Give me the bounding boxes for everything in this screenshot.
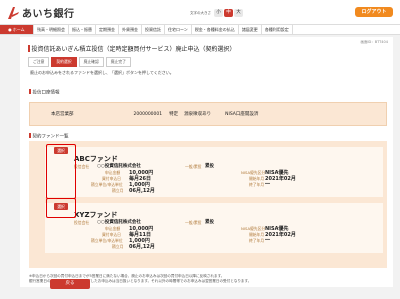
logout-button[interactable]: ログアウト: [355, 7, 393, 17]
fund-class: 累投: [205, 220, 214, 225]
step-select-contract: 契約選択: [51, 57, 77, 67]
amount-label: 申込金額: [105, 170, 121, 175]
bank-name: あいち銀行: [22, 9, 75, 20]
start-label: 開始年月: [249, 176, 265, 181]
fund-list: ABCファンド 投信会社 ○○投資信託株式会社 一般/累投 累投 申込金額 10…: [29, 141, 387, 268]
back-button[interactable]: 戻る: [50, 279, 90, 289]
select-button[interactable]: 選択: [54, 147, 68, 154]
account-nisa-status: NISA口座開設済: [225, 112, 259, 117]
font-size-small-button[interactable]: 小: [214, 9, 223, 17]
font-size-medium-button[interactable]: 中: [224, 9, 233, 17]
nisa-label: NISA優先区分: [241, 170, 266, 175]
section-accent-bar: [29, 133, 31, 138]
company-label: 投信会社: [74, 220, 90, 225]
account-number: 2000000001: [133, 111, 163, 117]
select-button[interactable]: 選択: [54, 203, 68, 210]
interval-label: 積立単位/申込単位: [91, 238, 123, 243]
nav-item-foreign-deposit[interactable]: 外貨預金: [119, 25, 142, 34]
month-label: 積立月: [112, 244, 124, 249]
account-section-title-text: 投信口座情報: [32, 90, 60, 96]
account-branch: 本店営業部: [51, 112, 74, 117]
global-nav: ● ホーム 残高・明細照会 振込・振替 定期預金 外貨預金 投資信託 住宅ローン…: [0, 24, 400, 35]
company-label: 投信会社: [74, 164, 90, 169]
amount-label: 申込金額: [105, 226, 121, 231]
font-size-label: 文字の大きさ: [190, 10, 211, 15]
fund-card: XYZファンド 投信会社 ○○投資信託株式会社 一般/累投 累投 申込金額 10…: [45, 203, 383, 253]
funds-section-title: 契約ファンド一覧: [29, 133, 69, 140]
nav-item-housing-loan[interactable]: 住宅ローン: [165, 25, 192, 34]
account-section-title: 投信口座情報: [29, 89, 60, 96]
page-title: 投資信託あいぎん積立投信（定時定額買付サービス）廃止申込（契約選択）: [28, 44, 236, 53]
screen-id: 画面ID：BTT404: [360, 40, 388, 44]
funds-section-title-text: 契約ファンド一覧: [32, 134, 69, 140]
class-label: 一般/累投: [185, 164, 202, 169]
fund-class: 累投: [205, 164, 214, 169]
font-size-selector: 文字の大きさ 小 中 大: [190, 9, 243, 17]
home-icon: ●: [8, 27, 12, 32]
bank-logo[interactable]: あいち銀行: [6, 5, 75, 20]
step-indicator: ご注意 契約選択 廃止確認 廃止完了: [28, 57, 133, 67]
page-title-text: 投資信託あいぎん積立投信（定時定額買付サービス）廃止申込（契約選択）: [31, 46, 236, 53]
buy-date-label: 買付申込日: [102, 176, 121, 181]
title-accent-bar: [28, 45, 30, 52]
step-complete: 廃止完了: [105, 57, 131, 67]
end-label: 終了年月: [249, 238, 265, 243]
account-category: 特定: [169, 112, 179, 117]
step-notice: ご注意: [28, 57, 50, 67]
header: あいち銀行 文字の大きさ 小 中 大 ログアウト: [0, 0, 400, 24]
fund-month: 06月,12月: [129, 188, 155, 194]
instruction-text: 廃止のお申込みをされるファンドを選択し、「選択」ボタンを押してください。: [30, 70, 174, 75]
font-size-large-button[interactable]: 大: [234, 9, 243, 17]
nav-item-tax-payment[interactable]: 税金・各種料金の払込: [192, 25, 239, 34]
account-withholding: 源泉徴収あり: [184, 112, 212, 117]
fund-month: 06月,12月: [129, 244, 155, 250]
class-label: 一般/累投: [185, 220, 202, 225]
fund-end: ―: [265, 181, 270, 187]
nav-item-settings[interactable]: 各種利用設定: [262, 25, 293, 34]
fund-end: ―: [265, 237, 270, 243]
account-info-box: 本店営業部 2000000001 特定 源泉徴収あり NISA口座開設済: [29, 102, 387, 126]
nisa-label: NISA優先区分: [241, 226, 266, 231]
interval-label: 積立単位/申込単位: [91, 182, 123, 187]
nav-item-investment-trust[interactable]: 投資信託: [142, 25, 165, 34]
nav-item-label: ホーム: [12, 26, 25, 32]
fund-card: ABCファンド 投信会社 ○○投資信託株式会社 一般/累投 累投 申込金額 10…: [45, 147, 383, 197]
end-label: 終了年月: [249, 182, 265, 187]
section-accent-bar: [29, 89, 31, 94]
start-label: 開始年月: [249, 232, 265, 237]
nav-item-time-deposit[interactable]: 定期預金: [96, 25, 119, 34]
nav-item-balance[interactable]: 残高・明細照会: [34, 25, 69, 34]
buy-date-label: 買付申込日: [102, 232, 121, 237]
nav-item-home[interactable]: ● ホーム: [0, 25, 34, 34]
nav-item-transfer[interactable]: 振込・振替: [69, 25, 96, 34]
month-label: 積立月: [112, 188, 124, 193]
step-confirm: 廃止確認: [78, 57, 104, 67]
nav-item-notification-change[interactable]: 諸届変更: [239, 25, 262, 34]
bank-logo-icon: [6, 6, 20, 20]
